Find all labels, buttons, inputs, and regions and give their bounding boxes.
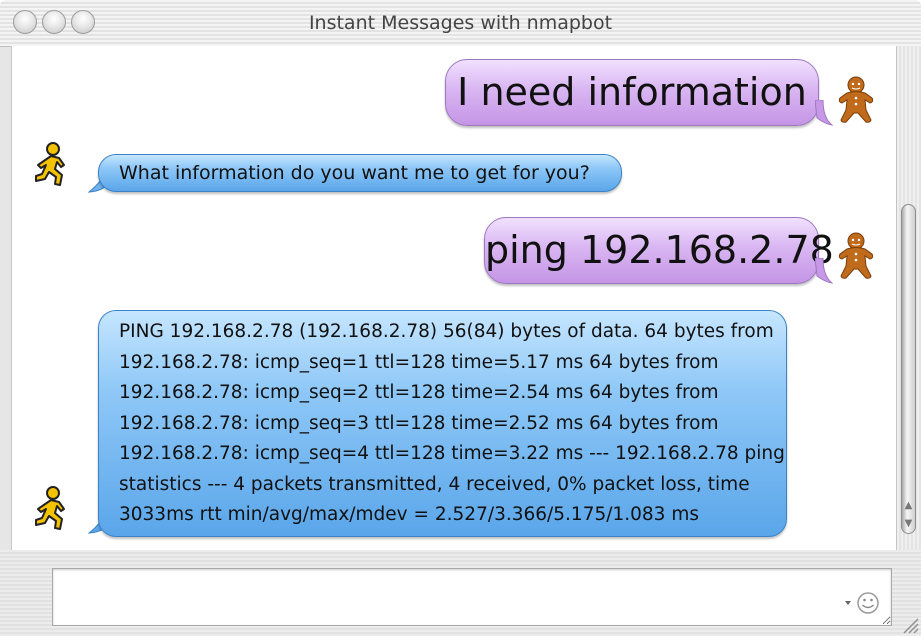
bubble-tail — [815, 258, 833, 284]
title-bar[interactable]: Instant Messages with nmapbot — [0, 0, 921, 47]
bubble-tail — [815, 100, 833, 126]
message-bubble-self: ping 192.168.2.78 — [484, 217, 834, 284]
message-line: PING 192.168.2.78 (192.168.2.78) 56(84) … — [119, 321, 774, 342]
message-line: statistics --- 4 packets transmitted, 4 … — [119, 473, 750, 495]
im-window: Instant Messages with nmapbot I need inf… — [0, 0, 921, 636]
message-input[interactable] — [52, 568, 892, 626]
gingerbread-avatar-icon — [838, 76, 874, 123]
message-line: 192.168.2.78: icmp_seq=2 ttl=128 time=2.… — [119, 382, 719, 403]
transcript-scrollbar[interactable]: ▲ ▼ — [896, 46, 921, 550]
message-line: 3033ms rtt min/avg/max/mdev = 2.527/3.36… — [119, 504, 699, 525]
message-bubble-bot: PING 192.168.2.78 (192.168.2.78) 56(84) … — [98, 310, 787, 537]
aim-running-man-icon — [35, 142, 65, 186]
scroll-down-arrow-icon[interactable]: ▼ — [901, 516, 916, 532]
resize-grip-icon[interactable] — [899, 614, 919, 634]
smiley-icon[interactable] — [843, 590, 883, 616]
message-bubble-self: I need information — [445, 59, 819, 126]
message-bubble-bot: What information do you want me to get f… — [98, 154, 622, 192]
message-line: 192.168.2.78: icmp_seq=4 ttl=128 time=3.… — [119, 443, 785, 464]
scroll-up-arrow-icon[interactable]: ▲ — [901, 498, 916, 514]
scroll-thumb[interactable] — [901, 204, 916, 534]
gingerbread-avatar-icon — [838, 232, 874, 279]
aim-running-man-icon — [35, 486, 65, 530]
message-line: 192.168.2.78: icmp_seq=3 ttl=128 time=2.… — [119, 412, 719, 434]
window-title: Instant Messages with nmapbot — [308, 12, 613, 34]
message-line: 192.168.2.78: icmp_seq=1 ttl=128 time=5.… — [119, 351, 719, 373]
